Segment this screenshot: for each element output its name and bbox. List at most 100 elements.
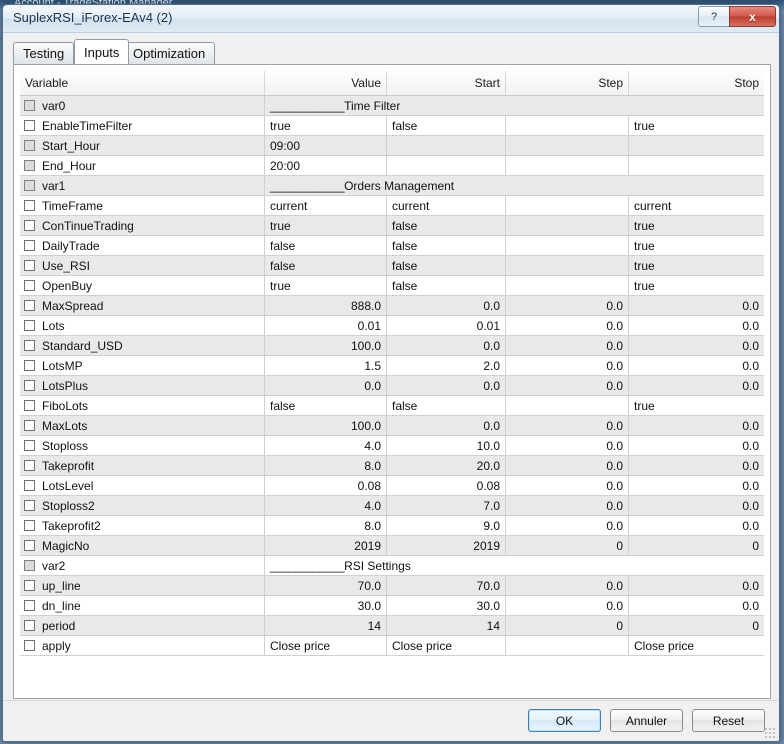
start-cell[interactable] (387, 136, 506, 156)
stop-cell[interactable]: true (629, 216, 764, 236)
start-cell[interactable]: false (387, 276, 506, 296)
step-cell[interactable]: 0.0 (506, 416, 629, 436)
stop-cell[interactable]: 0.0 (629, 496, 764, 516)
start-cell[interactable]: false (387, 236, 506, 256)
checkbox-icon[interactable] (24, 200, 35, 211)
start-cell[interactable]: current (387, 196, 506, 216)
help-icon[interactable]: ? (698, 6, 730, 27)
checkbox-icon[interactable] (24, 580, 35, 591)
checkbox-icon[interactable] (24, 520, 35, 531)
stop-cell[interactable]: true (629, 396, 764, 416)
start-cell[interactable]: 0.0 (387, 296, 506, 316)
step-cell[interactable] (506, 276, 629, 296)
start-cell[interactable]: false (387, 396, 506, 416)
step-cell[interactable]: 0.0 (506, 456, 629, 476)
checkbox-icon[interactable] (24, 320, 35, 331)
value-cell[interactable]: current (265, 196, 387, 216)
table-row[interactable]: MaxSpread888.00.00.00.0 (20, 296, 764, 316)
stop-cell[interactable] (629, 156, 764, 176)
table-row[interactable]: var2____________RSI Settings (20, 556, 764, 576)
value-cell[interactable]: 4.0 (265, 436, 387, 456)
value-cell[interactable]: 2019 (265, 536, 387, 556)
step-cell[interactable]: 0.0 (506, 576, 629, 596)
value-cell[interactable]: 20:00 (265, 156, 387, 176)
stop-cell[interactable]: true (629, 236, 764, 256)
table-row[interactable]: var1____________Orders Management (20, 176, 764, 196)
table-row[interactable]: LotsLevel0.080.080.00.0 (20, 476, 764, 496)
stop-cell[interactable]: 0.0 (629, 376, 764, 396)
stop-cell[interactable]: true (629, 276, 764, 296)
tab-optimization[interactable]: Optimization (123, 42, 215, 64)
checkbox-icon[interactable] (24, 460, 35, 471)
value-cell[interactable]: 0.0 (265, 376, 387, 396)
stop-cell[interactable]: 0.0 (629, 436, 764, 456)
table-row[interactable]: Lots0.010.010.00.0 (20, 316, 764, 336)
stop-cell[interactable] (629, 136, 764, 156)
tab-inputs[interactable]: Inputs (74, 39, 129, 64)
column-header-stop[interactable]: Stop (629, 71, 764, 95)
value-cell[interactable]: true (265, 216, 387, 236)
start-cell[interactable]: false (387, 116, 506, 136)
cancel-button[interactable]: Annuler (610, 709, 683, 732)
start-cell[interactable]: 70.0 (387, 576, 506, 596)
step-cell[interactable]: 0.0 (506, 516, 629, 536)
value-cell[interactable]: 30.0 (265, 596, 387, 616)
checkbox-icon[interactable] (24, 120, 35, 131)
start-cell[interactable] (387, 156, 506, 176)
step-cell[interactable] (506, 216, 629, 236)
resize-grip-icon[interactable] (764, 727, 776, 739)
value-cell[interactable]: 09:00 (265, 136, 387, 156)
stop-cell[interactable]: true (629, 116, 764, 136)
value-cell[interactable]: 70.0 (265, 576, 387, 596)
value-cell[interactable]: true (265, 276, 387, 296)
value-cell[interactable]: 888.0 (265, 296, 387, 316)
start-cell[interactable]: false (387, 256, 506, 276)
start-cell[interactable]: 2019 (387, 536, 506, 556)
value-cell[interactable]: true (265, 116, 387, 136)
column-header-value[interactable]: Value (265, 71, 387, 95)
start-cell[interactable]: 2.0 (387, 356, 506, 376)
stop-cell[interactable]: 0 (629, 616, 764, 636)
column-header-start[interactable]: Start (387, 71, 506, 95)
table-row[interactable]: End_Hour20:00 (20, 156, 764, 176)
column-header-step[interactable]: Step (506, 71, 629, 95)
start-cell[interactable]: 9.0 (387, 516, 506, 536)
start-cell[interactable]: 0.0 (387, 376, 506, 396)
start-cell[interactable]: 0.0 (387, 416, 506, 436)
stop-cell[interactable]: true (629, 256, 764, 276)
table-row[interactable]: dn_line30.030.00.00.0 (20, 596, 764, 616)
start-cell[interactable]: Close price (387, 636, 506, 656)
checkbox-icon[interactable] (24, 360, 35, 371)
checkbox-icon[interactable] (24, 400, 35, 411)
table-row[interactable]: var0____________Time Filter (20, 96, 764, 116)
stop-cell[interactable]: 0.0 (629, 476, 764, 496)
stop-cell[interactable]: current (629, 196, 764, 216)
stop-cell[interactable]: 0.0 (629, 296, 764, 316)
value-cell[interactable]: false (265, 236, 387, 256)
start-cell[interactable]: false (387, 216, 506, 236)
checkbox-icon[interactable] (24, 340, 35, 351)
step-cell[interactable]: 0.0 (506, 496, 629, 516)
step-cell[interactable] (506, 136, 629, 156)
close-icon[interactable]: x (729, 6, 776, 27)
step-cell[interactable]: 0.0 (506, 376, 629, 396)
stop-cell[interactable]: 0.0 (629, 596, 764, 616)
start-cell[interactable]: 0.01 (387, 316, 506, 336)
value-cell[interactable]: 14 (265, 616, 387, 636)
table-row[interactable]: applyClose priceClose priceClose price (20, 636, 764, 656)
checkbox-icon[interactable] (24, 280, 35, 291)
value-cell[interactable]: 0.08 (265, 476, 387, 496)
checkbox-icon[interactable] (24, 620, 35, 631)
start-cell[interactable]: 20.0 (387, 456, 506, 476)
table-row[interactable]: Start_Hour09:00 (20, 136, 764, 156)
table-row[interactable]: MagicNo2019201900 (20, 536, 764, 556)
step-cell[interactable] (506, 636, 629, 656)
step-cell[interactable] (506, 396, 629, 416)
step-cell[interactable]: 0.0 (506, 296, 629, 316)
checkbox-icon[interactable] (24, 640, 35, 651)
step-cell[interactable] (506, 236, 629, 256)
stop-cell[interactable]: 0.0 (629, 316, 764, 336)
stop-cell[interactable]: Close price (629, 636, 764, 656)
table-row[interactable]: period141400 (20, 616, 764, 636)
step-cell[interactable] (506, 256, 629, 276)
